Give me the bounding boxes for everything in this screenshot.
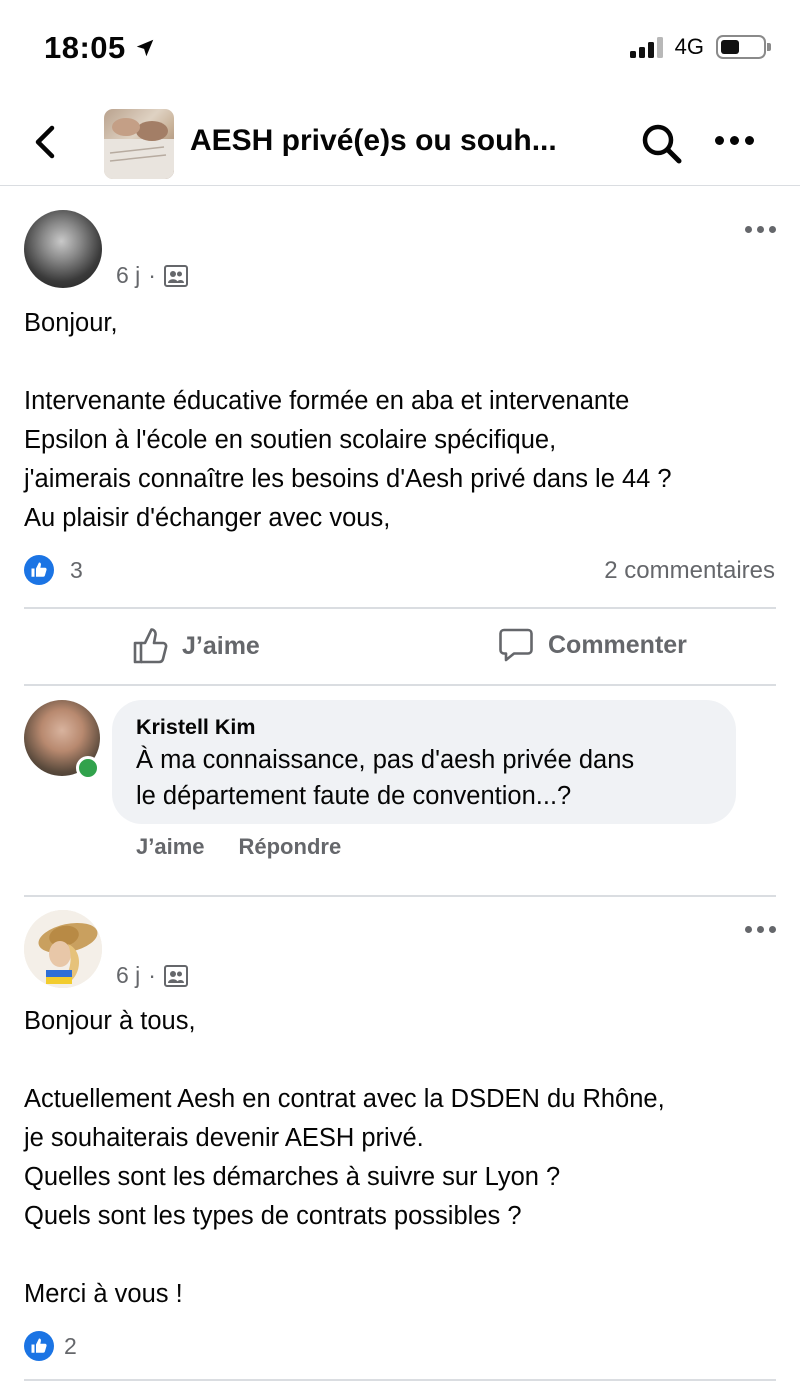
meta-separator: · xyxy=(148,262,156,288)
post-line: Quels sont les types de contrats possibl… xyxy=(24,1202,522,1230)
status-bar: 18:05 4G xyxy=(0,0,800,100)
more-options-icon[interactable] xyxy=(715,136,754,145)
reaction-count: 2 xyxy=(64,1332,77,1359)
divider xyxy=(24,607,776,609)
post-line: Merci à vous ! xyxy=(24,1280,183,1308)
post-line: Intervenante éducative formée en aba et … xyxy=(24,387,630,415)
group-title[interactable]: AESH privé(e)s ou souh... xyxy=(190,124,557,158)
battery-icon xyxy=(716,35,771,59)
post-line xyxy=(24,1236,784,1275)
like-button[interactable]: J’aime xyxy=(132,627,260,665)
post-time[interactable]: 6 j xyxy=(116,262,140,289)
comment-like-button[interactable]: J’aime xyxy=(136,834,205,860)
post-meta: 6 j · xyxy=(116,262,188,289)
group-members-icon xyxy=(163,264,188,287)
post-author-avatar[interactable] xyxy=(24,210,102,288)
like-button-label: J’aime xyxy=(182,631,260,660)
divider xyxy=(24,1379,776,1381)
like-reaction-icon xyxy=(24,1331,54,1361)
post-line xyxy=(24,1041,784,1080)
search-icon[interactable] xyxy=(640,122,684,166)
group-photo-illustration xyxy=(104,118,174,179)
comment-button-label: Commenter xyxy=(548,630,687,659)
post-line: Quelles sont les démarches à suivre sur … xyxy=(24,1163,561,1191)
divider xyxy=(24,684,776,686)
post-body: Bonjour à tous, Actuellement Aesh en con… xyxy=(24,1002,784,1314)
post-line: Epsilon à l'école en soutien scolaire sp… xyxy=(24,426,557,454)
status-indicators: 4G xyxy=(629,34,771,60)
status-time-group: 18:05 xyxy=(44,30,156,66)
comment-text-line: À ma connaissance, pas d'aesh privée dan… xyxy=(136,746,635,774)
post-line: Au plaisir d'échanger avec vous, xyxy=(24,504,391,532)
avatar-illustration xyxy=(24,910,102,988)
post-reactions[interactable]: 3 xyxy=(24,555,83,585)
online-status-indicator xyxy=(76,756,100,780)
post-body: Bonjour, Intervenante éducative formée e… xyxy=(24,304,784,538)
group-header: AESH privé(e)s ou souh... xyxy=(0,100,800,186)
like-reaction-icon xyxy=(24,555,54,585)
group-cover-thumbnail[interactable] xyxy=(104,109,174,179)
network-type: 4G xyxy=(674,34,704,59)
group-members-icon xyxy=(163,964,188,987)
post-meta: 6 j · xyxy=(116,962,188,989)
post-reactions[interactable]: 2 xyxy=(24,1331,77,1361)
post-more-icon[interactable] xyxy=(745,226,776,233)
post-line xyxy=(24,343,784,382)
comment-bubble-icon xyxy=(499,628,533,662)
post-line: Actuellement Aesh en contrat avec la DSD… xyxy=(24,1085,665,1113)
comment-bubble[interactable]: Kristell Kim À ma connaissance, pas d'ae… xyxy=(112,700,736,824)
location-arrow-icon xyxy=(136,39,154,57)
comments-count[interactable]: 2 commentaires xyxy=(604,557,775,585)
comment-actions: J’aime Répondre xyxy=(136,834,341,860)
thumbs-up-icon xyxy=(133,628,168,664)
post-more-icon[interactable] xyxy=(745,926,776,933)
back-chevron-icon[interactable] xyxy=(28,122,62,162)
post-line: Bonjour, xyxy=(24,309,118,337)
signal-icon xyxy=(629,36,663,58)
post-line: Bonjour à tous, xyxy=(24,1007,196,1035)
reaction-count: 3 xyxy=(70,556,83,583)
post-author-avatar[interactable] xyxy=(24,910,102,988)
divider xyxy=(24,895,776,897)
post-time[interactable]: 6 j xyxy=(116,962,140,989)
post-line: je souhaiterais devenir AESH privé. xyxy=(24,1124,424,1152)
meta-separator: · xyxy=(148,962,156,988)
status-time: 18:05 xyxy=(44,30,126,65)
post-line: j'aimerais connaître les besoins d'Aesh … xyxy=(24,465,672,493)
comment-text-line: le département faute de convention...? xyxy=(136,782,572,810)
comment-reply-button[interactable]: Répondre xyxy=(239,834,342,860)
comment-button[interactable]: Commenter xyxy=(498,627,687,663)
comment-author[interactable]: Kristell Kim xyxy=(136,715,712,740)
